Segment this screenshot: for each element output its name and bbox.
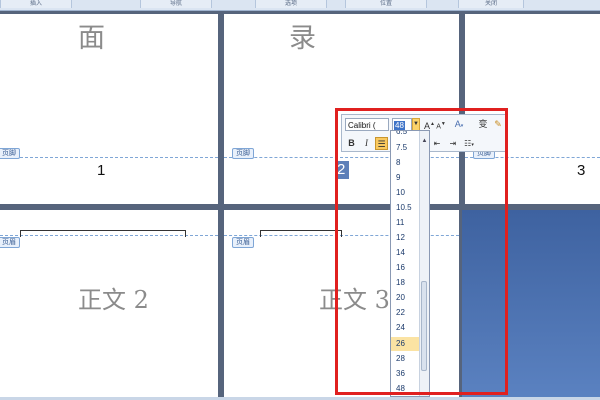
ribbon-tab-navigate[interactable]: 导航 [140,0,212,8]
ribbon-tab-position[interactable]: 位置 [345,0,427,8]
page-heading-char: 录 [289,23,316,54]
ribbon-tab-options[interactable]: 选项 [255,0,327,8]
page-1[interactable]: 面 页脚 1 [0,14,218,204]
annotation-highlight-frame [335,108,508,395]
page-number[interactable]: 3 [577,162,585,179]
header-tag: 页眉 [232,237,254,248]
ribbon-tab-close[interactable]: 关闭 [458,0,524,8]
footer-boundary [0,157,218,158]
header-rule [260,230,342,237]
page-4[interactable]: 页眉 正文 2 [0,210,218,400]
ribbon-tab-insert[interactable]: 插入 [0,0,72,8]
body-text[interactable]: 正文 2 [78,280,149,315]
footer-tag: 页脚 [0,148,20,159]
ribbon-tab-strip: 插入 导航 选项 位置 关闭 [0,0,600,11]
page-heading-char: 面 [78,23,105,54]
header-tag: 页眉 [0,237,20,248]
footer-tag: 页脚 [232,148,254,159]
page-number[interactable]: 1 [97,162,105,179]
header-rule [20,230,186,237]
